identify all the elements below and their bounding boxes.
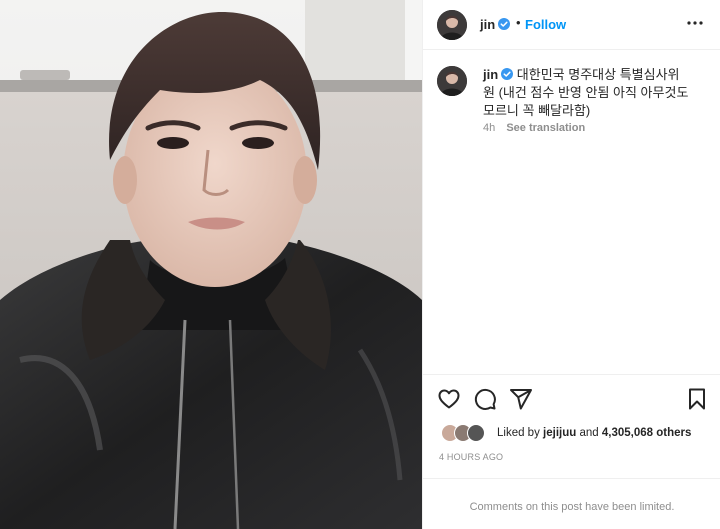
liked-by-and: and (579, 427, 599, 439)
caption-username[interactable]: jin (483, 67, 498, 82)
caption-meta: 4h See translation (483, 122, 585, 134)
header-separator: • (516, 15, 521, 30)
caption-line-1: 대한민국 명주대상 특별심사위 (516, 67, 680, 82)
comment-icon[interactable] (473, 387, 497, 411)
username-link[interactable]: jin (480, 17, 511, 32)
bookmark-icon[interactable] (685, 387, 709, 411)
more-horizontal-icon[interactable] (685, 13, 705, 33)
verified-badge-icon (501, 68, 514, 80)
comments-limited-notice: Comments on this post have been limited. (423, 478, 720, 529)
likes-count-link[interactable]: 4,305,068 others (602, 427, 692, 439)
username-text[interactable]: jin (480, 17, 495, 32)
share-icon[interactable] (509, 387, 533, 411)
liker-avatar[interactable] (467, 424, 485, 442)
selfie-image (0, 0, 422, 529)
likes-summary: Liked by jejijuu and 4,305,068 others (441, 424, 711, 444)
liked-by-prefix: Liked by (497, 427, 540, 439)
heart-icon[interactable] (437, 387, 461, 411)
caption-line-3: 모르니 꼭 빼달라함) (483, 103, 591, 118)
liked-by-user-link[interactable]: jejijuu (543, 427, 576, 439)
post-header: jin • Follow (423, 0, 720, 50)
caption-line-2: 원 (내건 점수 반영 안됨 아직 아무것도 (483, 85, 689, 100)
avatar[interactable] (437, 10, 467, 40)
liked-by-text: Liked by jejijuu and 4,305,068 others (497, 427, 691, 439)
verified-badge-icon (498, 18, 511, 30)
caption-text: jin 대한민국 명주대상 특별심사위 원 (내건 점수 반영 안됨 아직 아무… (483, 66, 713, 120)
post-timestamp[interactable]: 4 hours ago (439, 452, 503, 462)
caption-age[interactable]: 4h (483, 122, 495, 134)
post-side-panel: jin • Follow jin 대한민국 명주대상 특별심사위 원 (내건 점… (422, 0, 720, 529)
action-bar (423, 374, 720, 422)
see-translation-button[interactable]: See translation (506, 122, 585, 134)
avatar[interactable] (437, 66, 467, 96)
post-photo[interactable] (0, 0, 422, 529)
follow-button[interactable]: Follow (525, 17, 566, 32)
